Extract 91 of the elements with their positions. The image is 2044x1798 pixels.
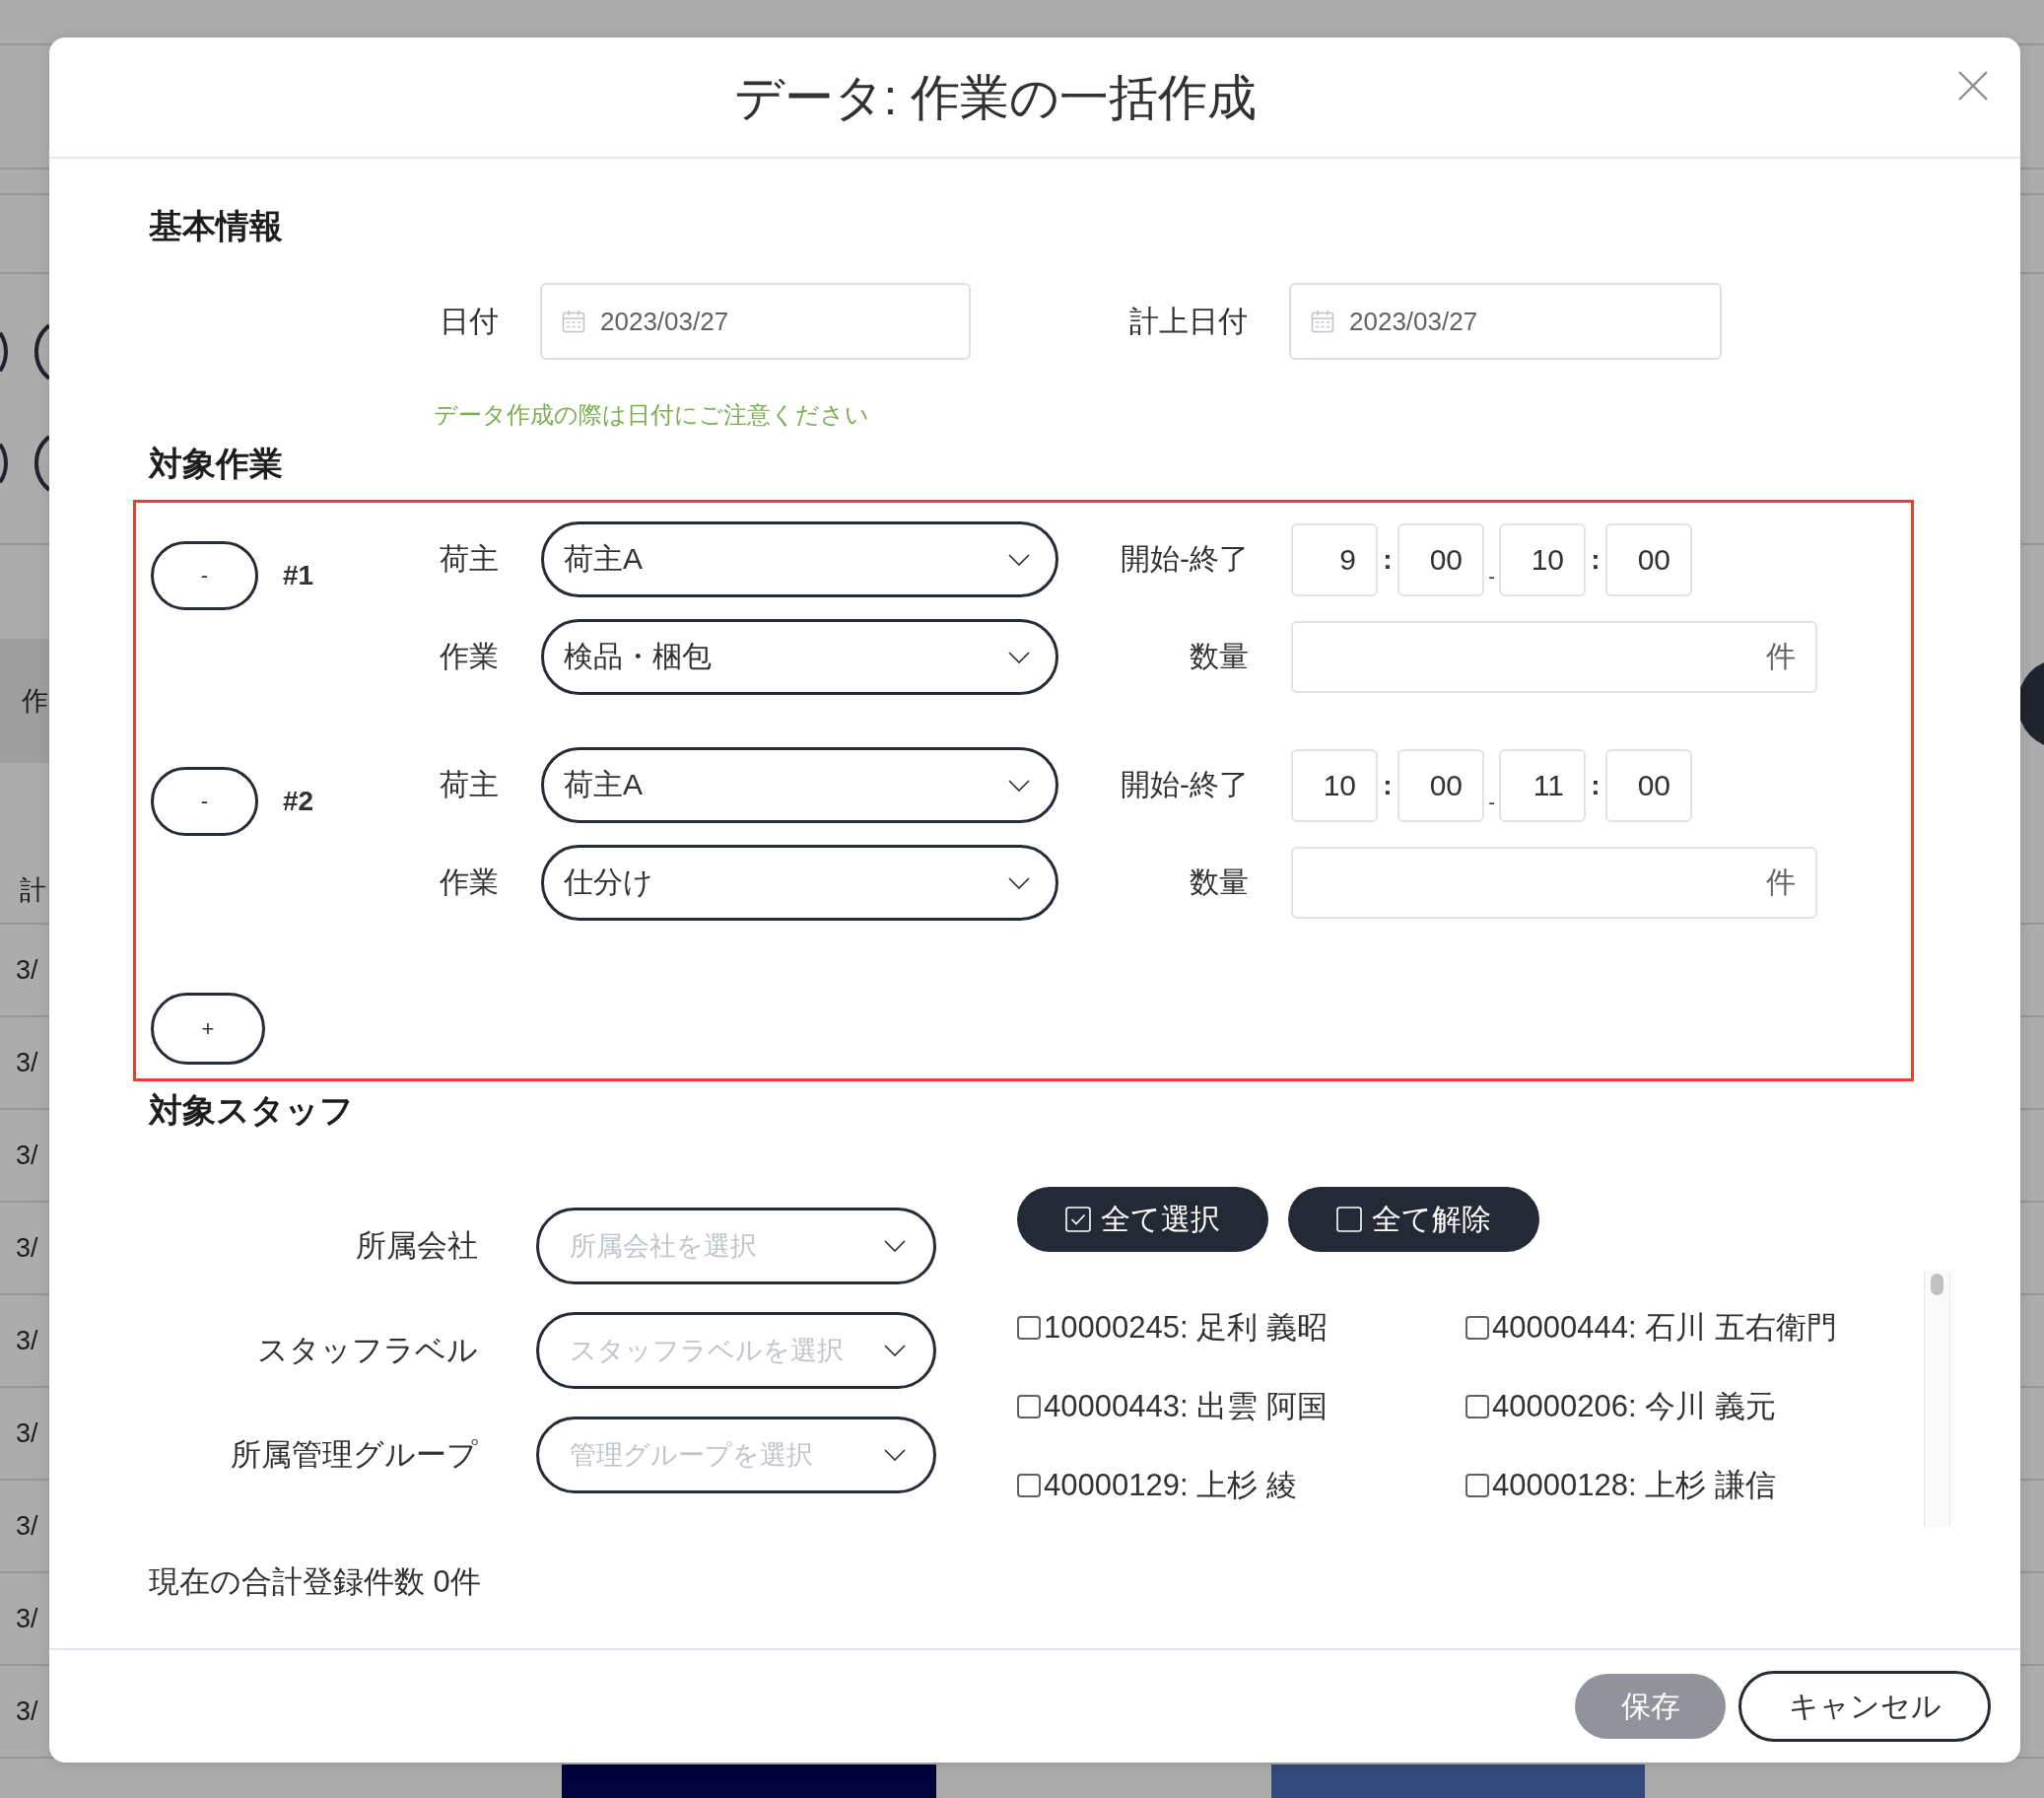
add-task-button[interactable]: + bbox=[151, 993, 265, 1065]
field-label: 数量 bbox=[1189, 864, 1249, 900]
minute-field[interactable]: 00 bbox=[1605, 522, 1692, 596]
hour-field[interactable]: 10 bbox=[1291, 748, 1378, 822]
hour-field[interactable]: 9 bbox=[1291, 522, 1378, 596]
field-label: 荷主 bbox=[440, 767, 499, 802]
date-field[interactable]: 2023/03/27 bbox=[1289, 283, 1722, 360]
hour-field[interactable]: 11 bbox=[1499, 748, 1586, 822]
date-text: 3/ bbox=[16, 1140, 38, 1172]
checkbox[interactable] bbox=[1465, 1316, 1489, 1340]
dialog-title: データ: 作業の一括作成 bbox=[733, 68, 1258, 127]
round-button-outline bbox=[34, 323, 49, 380]
task-select[interactable]: 仕分け bbox=[541, 845, 1058, 921]
checkbox[interactable] bbox=[1017, 1316, 1041, 1340]
field-label: 計上日付 bbox=[1128, 303, 1248, 339]
round-button-outline bbox=[0, 331, 8, 373]
staff-name: 40000129: 上杉 綾 bbox=[1044, 1467, 1297, 1504]
time-separator: : bbox=[1382, 542, 1394, 577]
date-text: 3/ bbox=[16, 954, 38, 987]
chevron-down-icon bbox=[1008, 876, 1030, 889]
remove-task-button[interactable]: - bbox=[151, 541, 258, 610]
field-label: 作業 bbox=[440, 864, 499, 900]
select-all-button[interactable]: 全て選択 bbox=[1017, 1187, 1268, 1252]
chevron-down-icon bbox=[884, 1240, 906, 1252]
checked-box-icon bbox=[1065, 1207, 1091, 1232]
shipper-select[interactable]: 荷主A bbox=[541, 521, 1058, 597]
remove-task-button[interactable]: - bbox=[151, 767, 258, 836]
field-label: 数量 bbox=[1189, 639, 1249, 674]
close-icon bbox=[1957, 70, 1989, 102]
hour-field[interactable]: 10 bbox=[1499, 522, 1586, 596]
filter-label: スタッフラベル bbox=[256, 1332, 478, 1369]
time-separator: : bbox=[1590, 768, 1601, 802]
column-header-text: 作 bbox=[22, 685, 48, 718]
section-heading: 対象作業 bbox=[149, 444, 283, 484]
date-text: 3/ bbox=[16, 1695, 38, 1728]
field-label: 開始-終了 bbox=[1120, 767, 1249, 802]
date-field[interactable]: 2023/03/27 bbox=[540, 283, 971, 360]
date-text: 3/ bbox=[16, 1047, 38, 1079]
task-select[interactable]: 検品・梱包 bbox=[541, 619, 1058, 695]
task-number: #1 bbox=[283, 560, 314, 591]
date-text: 3/ bbox=[16, 1510, 38, 1543]
time-separator: : bbox=[1382, 768, 1394, 802]
section-heading: 基本情報 bbox=[149, 206, 283, 246]
shipper-select[interactable]: 荷主A bbox=[541, 747, 1058, 823]
minute-field[interactable]: 00 bbox=[1397, 522, 1484, 596]
checkbox[interactable] bbox=[1017, 1395, 1041, 1418]
scrollbar-thumb[interactable] bbox=[1931, 1274, 1943, 1295]
minute-field[interactable]: 00 bbox=[1397, 748, 1484, 822]
registration-count: 現在の合計登録件数 0件 bbox=[149, 1563, 481, 1601]
staff-name: 10000245: 足利 義昭 bbox=[1044, 1309, 1328, 1347]
close-button[interactable] bbox=[1957, 70, 1989, 102]
date-text: 3/ bbox=[16, 1232, 38, 1265]
round-button-outline bbox=[0, 443, 8, 484]
staff-name: 40000444: 石川 五右衛門 bbox=[1492, 1309, 1837, 1347]
cancel-button[interactable]: キャンセル bbox=[1738, 1671, 1991, 1742]
date-text: 3/ bbox=[16, 1325, 38, 1357]
quantity-field[interactable]: 件 bbox=[1291, 621, 1817, 693]
empty-box-icon bbox=[1336, 1207, 1362, 1232]
time-separator: - bbox=[1487, 790, 1496, 815]
checkbox[interactable] bbox=[1017, 1474, 1041, 1497]
chevron-down-icon bbox=[1008, 553, 1030, 566]
calendar-icon bbox=[1311, 310, 1334, 333]
calendar-icon bbox=[562, 310, 585, 333]
field-label: 日付 bbox=[439, 303, 499, 339]
filter-label: 所属管理グループ bbox=[230, 1436, 478, 1474]
staff-name: 40000206: 今川 義元 bbox=[1492, 1388, 1776, 1425]
field-label: 開始-終了 bbox=[1120, 541, 1249, 577]
deselect-all-button[interactable]: 全て解除 bbox=[1288, 1187, 1539, 1252]
field-label: 作業 bbox=[440, 639, 499, 674]
quantity-field[interactable]: 件 bbox=[1291, 847, 1817, 919]
chevron-down-icon bbox=[1008, 779, 1030, 792]
filter-label: 所属会社 bbox=[355, 1227, 478, 1265]
checkbox[interactable] bbox=[1465, 1395, 1489, 1418]
staff-name: 40000443: 出雲 阿国 bbox=[1044, 1388, 1328, 1425]
staff-name: 40000128: 上杉 謙信 bbox=[1492, 1467, 1776, 1504]
section-heading: 対象スタッフ bbox=[149, 1090, 354, 1131]
date-text: 3/ bbox=[16, 1603, 38, 1635]
task-number: #2 bbox=[283, 786, 314, 817]
chevron-down-icon bbox=[1008, 651, 1030, 663]
round-button-outline bbox=[34, 435, 49, 492]
scrollbar[interactable] bbox=[1924, 1271, 1950, 1527]
chevron-down-icon bbox=[884, 1345, 906, 1356]
date-text: 3/ bbox=[16, 1418, 38, 1450]
time-separator: : bbox=[1590, 542, 1601, 577]
field-label: 荷主 bbox=[440, 541, 499, 577]
minute-field[interactable]: 00 bbox=[1605, 748, 1692, 822]
time-separator: - bbox=[1487, 564, 1496, 589]
chevron-down-icon bbox=[884, 1449, 906, 1461]
date-warning-note: データ作成の際は日付にご注意ください bbox=[434, 400, 869, 430]
checkbox[interactable] bbox=[1465, 1474, 1489, 1497]
row-label: 計 bbox=[20, 874, 46, 907]
